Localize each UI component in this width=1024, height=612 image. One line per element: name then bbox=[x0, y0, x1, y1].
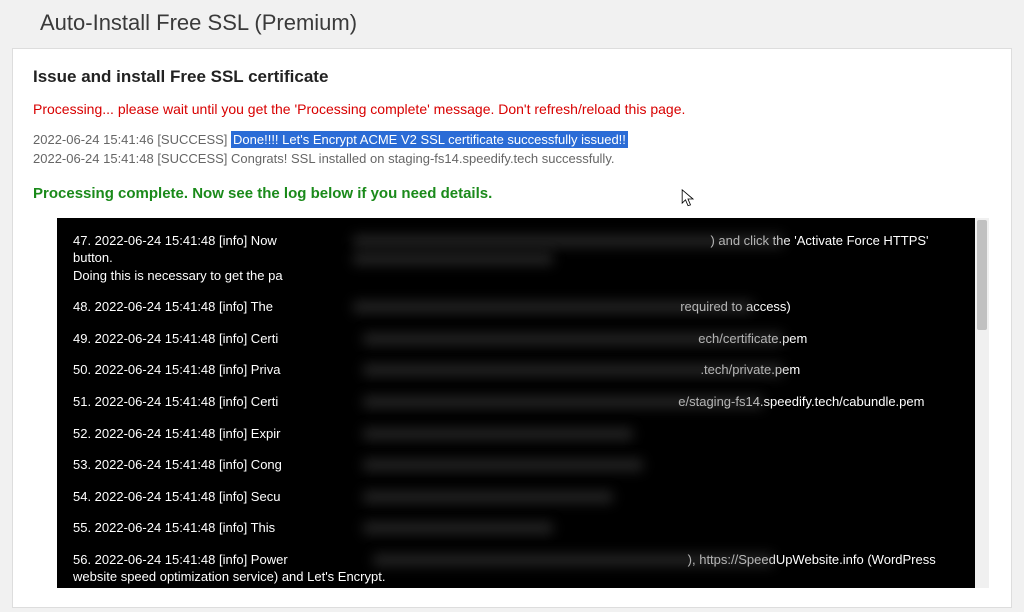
status-line-1: 2022-06-24 15:41:46 [SUCCESS] Done!!!! L… bbox=[33, 131, 991, 150]
redacted-blur bbox=[353, 253, 553, 265]
log-entry: 49. 2022-06-24 15:41:48 [info] Certiech/… bbox=[73, 330, 959, 348]
log-entry-prefix: 49. 2022-06-24 15:41:48 [info] Certi bbox=[73, 331, 278, 346]
log-entry-line2: website speed optimization service) and … bbox=[73, 569, 385, 584]
scrollbar-track[interactable] bbox=[975, 218, 989, 588]
redacted-blur bbox=[363, 364, 783, 376]
log-entry: 54. 2022-06-24 15:41:48 [info] Secu bbox=[73, 488, 959, 506]
redacted-blur bbox=[353, 235, 783, 247]
scrollbar-thumb[interactable] bbox=[977, 220, 987, 330]
redacted-blur bbox=[363, 459, 643, 471]
page-title: Auto-Install Free SSL (Premium) bbox=[0, 0, 1024, 48]
log-entry: 51. 2022-06-24 15:41:48 [info] Certie/st… bbox=[73, 393, 959, 411]
log-entry: 53. 2022-06-24 15:41:48 [info] Cong bbox=[73, 456, 959, 474]
redacted-blur bbox=[373, 554, 773, 566]
log-entry-line2: Doing this is necessary to get the pa bbox=[73, 268, 283, 283]
redacted-blur bbox=[363, 491, 613, 503]
log-entry-prefix: 50. 2022-06-24 15:41:48 [info] Priva bbox=[73, 362, 280, 377]
log-entry-prefix: 48. 2022-06-24 15:41:48 [info] The bbox=[73, 299, 277, 314]
log-entry-prefix: 52. 2022-06-24 15:41:48 [info] Expir bbox=[73, 426, 280, 441]
status-line-2: 2022-06-24 15:41:48 [SUCCESS] Congrats! … bbox=[33, 150, 991, 169]
redacted-blur bbox=[363, 522, 553, 534]
log-entry-prefix: 53. 2022-06-24 15:41:48 [info] Cong bbox=[73, 457, 282, 472]
log-entry: 56. 2022-06-24 15:41:48 [info] Power), h… bbox=[73, 551, 959, 586]
log-entry-prefix: 51. 2022-06-24 15:41:48 [info] Certi bbox=[73, 394, 278, 409]
log-entry-prefix: 55. 2022-06-24 15:41:48 [info] This bbox=[73, 520, 275, 535]
ssl-panel: Issue and install Free SSL certificate P… bbox=[12, 48, 1012, 608]
log-wrapper: 47. 2022-06-24 15:41:48 [info] Now ) and… bbox=[57, 218, 989, 588]
log-entry: 52. 2022-06-24 15:41:48 [info] Expir bbox=[73, 425, 959, 443]
log-entry-prefix: 47. 2022-06-24 15:41:48 [info] Now bbox=[73, 233, 280, 248]
log-console[interactable]: 47. 2022-06-24 15:41:48 [info] Now ) and… bbox=[57, 218, 975, 588]
log-entry: 48. 2022-06-24 15:41:48 [info] The requi… bbox=[73, 298, 959, 316]
log-entry: 50. 2022-06-24 15:41:48 [info] Priva.tec… bbox=[73, 361, 959, 379]
section-heading: Issue and install Free SSL certificate bbox=[33, 67, 991, 87]
status-highlight[interactable]: Done!!!! Let's Encrypt ACME V2 SSL certi… bbox=[231, 131, 628, 148]
log-entry-prefix: 56. 2022-06-24 15:41:48 [info] Power bbox=[73, 552, 288, 567]
status-prefix: 2022-06-24 15:41:46 [SUCCESS] bbox=[33, 132, 231, 147]
redacted-blur bbox=[363, 333, 783, 345]
redacted-blur bbox=[363, 428, 633, 440]
redacted-blur bbox=[363, 396, 763, 408]
processing-message: Processing... please wait until you get … bbox=[33, 101, 991, 117]
log-entry: 55. 2022-06-24 15:41:48 [info] This bbox=[73, 519, 959, 537]
status-prefix: 2022-06-24 15:41:48 [SUCCESS] Congrats! … bbox=[33, 151, 614, 166]
processing-complete-message: Processing complete. Now see the log bel… bbox=[33, 185, 991, 202]
status-lines: 2022-06-24 15:41:46 [SUCCESS] Done!!!! L… bbox=[33, 131, 991, 169]
log-entry: 47. 2022-06-24 15:41:48 [info] Now ) and… bbox=[73, 232, 959, 285]
log-entry-prefix: 54. 2022-06-24 15:41:48 [info] Secu bbox=[73, 489, 280, 504]
redacted-blur bbox=[353, 301, 753, 313]
